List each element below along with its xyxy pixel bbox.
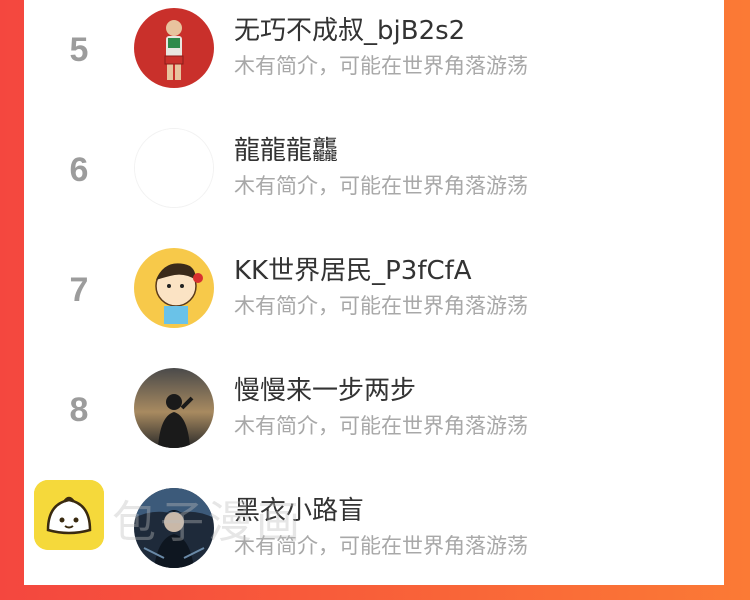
blank-avatar-icon xyxy=(135,129,213,207)
avatar[interactable] xyxy=(134,368,214,448)
bun-logo-icon xyxy=(34,480,104,550)
user-name: KK世界居民_P3fCfA xyxy=(234,256,472,286)
user-bio: 木有简介，可能在世界角落游荡 xyxy=(234,54,528,78)
rank-number: 5 xyxy=(69,31,89,69)
rank-number: 6 xyxy=(69,151,89,189)
user-name: 龍龍龍龘 xyxy=(234,136,339,166)
list-item[interactable]: 8 慢慢来一步两步 木有简介，可能在世界角落游荡 xyxy=(24,360,724,480)
user-bio: 木有简介，可能在世界角落游荡 xyxy=(234,414,528,438)
rank-number: 7 xyxy=(69,271,89,309)
rank-number: 8 xyxy=(69,391,89,429)
silhouette-sunset-icon xyxy=(134,368,214,448)
avatar[interactable] xyxy=(134,248,214,328)
user-bio: 木有简介，可能在世界角落游荡 xyxy=(234,294,528,318)
list-item[interactable]: 7 KK世界居民_P3fCfA 木有简介，可能在世界角落游荡 xyxy=(24,240,724,360)
user-bio: 木有简介，可能在世界角落游荡 xyxy=(234,174,528,198)
cartoon-kid-icon xyxy=(134,248,214,328)
user-name: 慢慢来一步两步 xyxy=(234,376,417,406)
avatar[interactable] xyxy=(134,8,214,88)
user-name: 无巧不成叔_bjB2s2 xyxy=(234,16,466,46)
list-item[interactable]: 6 龍龍龍龘 木有简介，可能在世界角落游荡 xyxy=(24,120,724,240)
avatar[interactable] xyxy=(134,128,214,208)
watermark-text: 包子漫画 xyxy=(112,497,304,548)
list-item[interactable]: 5 无巧不成叔_bjB2s2 木有简介，可能在世界角落游荡 xyxy=(24,0,724,120)
man-standing-red-icon xyxy=(134,8,214,88)
